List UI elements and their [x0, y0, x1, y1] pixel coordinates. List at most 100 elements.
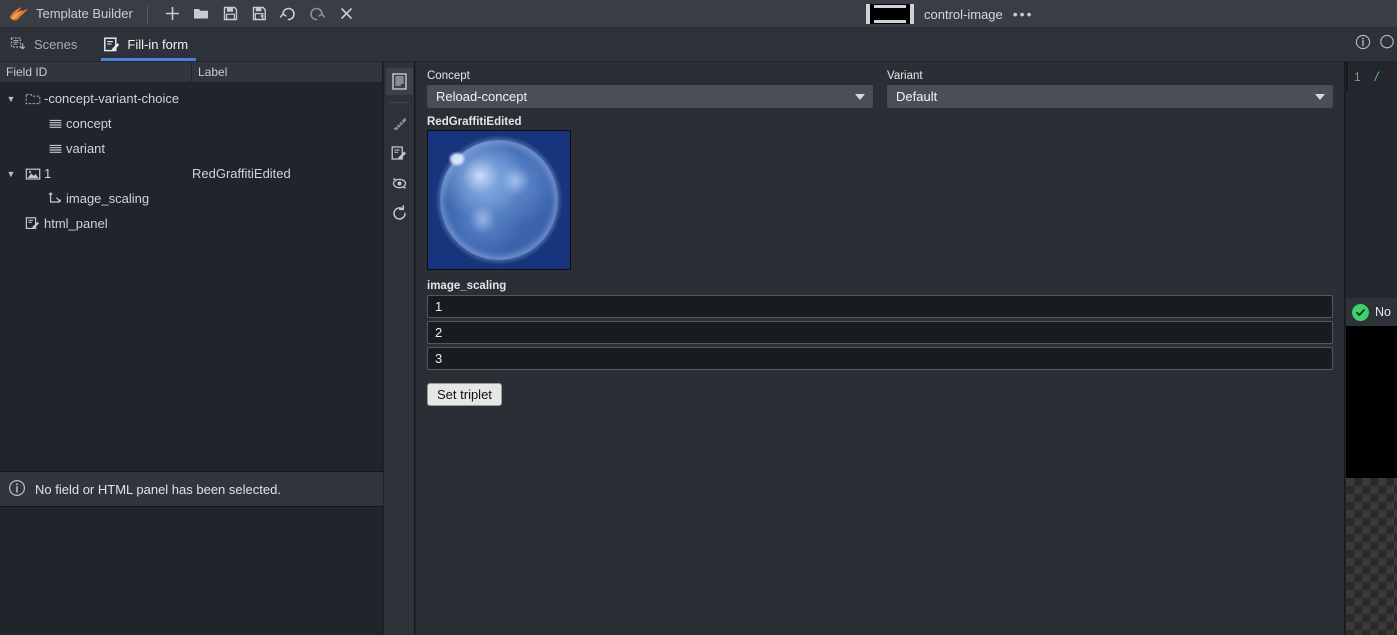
concept-label: Concept [427, 70, 470, 82]
template-builder-window: Template Builder control-image ••• Scene… [0, 0, 1397, 635]
status-badge-text: No [1375, 305, 1391, 319]
title-toolbar [158, 1, 361, 27]
edit-tool-button[interactable] [386, 140, 413, 167]
status-badge: No [1346, 298, 1397, 326]
tab-fill-in-form-label: Fill-in form [127, 37, 189, 52]
tab-fill-in-form[interactable]: Fill-in form [93, 28, 204, 61]
image-scaling-value-1: 1 [435, 299, 443, 314]
image-scaling-input-3[interactable]: 3 [427, 347, 1333, 370]
tree-row-label: -concept-variant-choice [44, 91, 180, 106]
tree-row-variant[interactable]: variant [0, 136, 382, 161]
tree-body: ▼ -concept-variant-choice concept varian… [0, 83, 382, 236]
image-scaling-input-2[interactable]: 2 [427, 321, 1333, 344]
tree-row-label: 1 [44, 166, 52, 181]
search-circle-icon[interactable] [1379, 34, 1395, 55]
fill-in-form-panel: Concept Reload-concept Variant Default R… [416, 62, 1345, 635]
image-scaling-input-1[interactable]: 1 [427, 295, 1333, 318]
side-tool-bar [384, 62, 415, 635]
transform-axes-icon [44, 191, 66, 206]
tree-row-html-panel[interactable]: html_panel [0, 211, 382, 236]
list-lines-icon [44, 117, 66, 131]
selection-info-bar: No field or HTML panel has been selected… [0, 471, 383, 507]
check-circle-icon [1352, 303, 1369, 321]
image-field-group: RedGraffitiEdited [427, 116, 1333, 270]
image-thumbnail[interactable] [427, 130, 571, 270]
tab-scenes-label: Scenes [34, 37, 78, 52]
actions-row: Set triplet [427, 383, 1333, 406]
chevron-down-icon[interactable]: ▼ [0, 169, 22, 179]
concept-variant-row: Concept Reload-concept Variant Default [427, 70, 1333, 108]
tree-row-concept[interactable]: concept [0, 111, 382, 136]
folder-icon [22, 92, 44, 106]
document-indicator: control-image ••• [866, 0, 1033, 28]
field-tree-panel: Field ID Label ▼ -concept-variant-choice [0, 62, 383, 471]
tree-row-image-1[interactable]: ▼ 1 RedGraffitiEdited [0, 161, 382, 186]
save-button[interactable] [216, 1, 245, 27]
chevron-down-icon [855, 93, 865, 100]
tree-row-label: variant [66, 141, 106, 156]
flame-logo-icon [8, 4, 30, 24]
selection-info-message: No field or HTML panel has been selected… [35, 481, 281, 497]
variant-select-value: Default [896, 89, 938, 104]
document-name: control-image [924, 6, 1003, 22]
open-button[interactable] [187, 1, 216, 27]
image-scaling-value-3: 3 [435, 351, 443, 366]
html-code-editor-strip: 1 / No [1346, 62, 1397, 635]
chevron-down-icon [1315, 93, 1325, 100]
column-header-label: Label [198, 65, 228, 79]
tree-row-concept-variant-choice[interactable]: ▼ -concept-variant-choice [0, 86, 382, 111]
tab-bar: Scenes Fill-in form [0, 28, 1345, 62]
code-editor-area[interactable] [1346, 91, 1397, 303]
undo-button[interactable] [274, 1, 303, 27]
tree-row-label: html_panel [44, 216, 108, 231]
sphere-specular-highlight [450, 153, 464, 165]
film-strip-icon [866, 4, 914, 24]
chevron-down-icon[interactable]: ▼ [0, 94, 22, 104]
preview-tool-button[interactable] [386, 170, 413, 197]
tree-row-label: concept [66, 116, 112, 131]
new-button[interactable] [158, 1, 187, 27]
variant-field-group: Variant Default [887, 70, 1333, 108]
code-line-1[interactable]: 1 / [1346, 62, 1397, 91]
tree-header: Field ID Label [0, 62, 382, 83]
tree-row-label: image_scaling [66, 191, 150, 206]
image-icon [22, 167, 44, 181]
refresh-tool-button[interactable] [386, 200, 413, 227]
info-circle-icon[interactable] [1355, 34, 1371, 55]
image-field-label: RedGraffitiEdited [427, 116, 522, 128]
tree-row-label-column: RedGraffitiEdited [192, 166, 291, 181]
image-scaling-label: image_scaling [427, 280, 507, 292]
variant-label: Variant [887, 70, 923, 82]
image-scaling-value-2: 2 [435, 325, 443, 340]
line-number: 1 [1354, 69, 1361, 84]
app-title: Template Builder [36, 6, 133, 21]
form-view-button[interactable] [385, 68, 413, 95]
html-edit-icon [22, 216, 44, 231]
concept-select-value: Reload-concept [436, 89, 528, 104]
code-text: / [1374, 69, 1379, 84]
editor-header [1345, 28, 1397, 62]
concept-select[interactable]: Reload-concept [427, 85, 873, 108]
image-scaling-group: image_scaling 1 2 3 [427, 280, 1333, 370]
properties-panel-empty [0, 507, 383, 635]
redo-button[interactable] [303, 1, 332, 27]
column-header-field-id: Field ID [0, 62, 192, 82]
set-triplet-button[interactable]: Set triplet [427, 383, 502, 406]
layout-tool-button[interactable] [386, 110, 413, 137]
preview-black-area [1346, 326, 1397, 478]
concept-field-group: Concept Reload-concept [427, 70, 873, 108]
document-overflow-menu[interactable]: ••• [1013, 6, 1034, 22]
close-button[interactable] [332, 1, 361, 27]
tab-scenes[interactable]: Scenes [0, 28, 93, 61]
scenes-icon [10, 36, 27, 53]
list-lines-icon [44, 142, 66, 156]
tree-row-image-scaling[interactable]: image_scaling [0, 186, 382, 211]
save-as-button[interactable] [245, 1, 274, 27]
fill-in-form-icon [103, 36, 120, 53]
toolbar-divider [146, 4, 148, 23]
transparency-checkerboard [1346, 478, 1397, 635]
variant-select[interactable]: Default [887, 85, 1333, 108]
toolbar-divider [388, 102, 410, 103]
info-circle-icon [8, 479, 26, 500]
title-bar: Template Builder control-image ••• [0, 0, 1397, 28]
